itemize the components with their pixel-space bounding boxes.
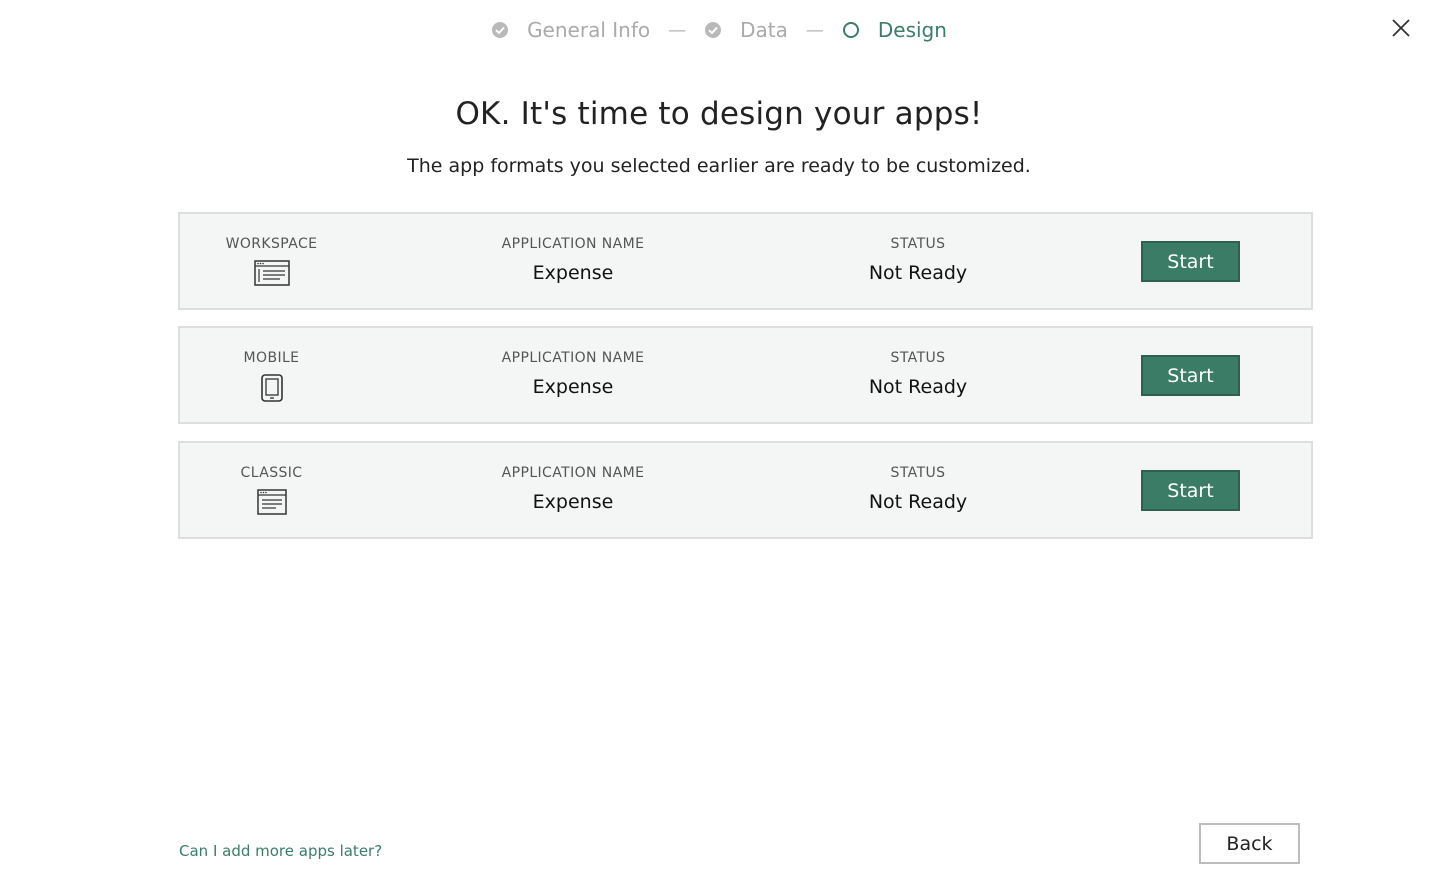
app-name-label: APPLICATION NAME xyxy=(501,465,645,481)
step-separator: — xyxy=(668,19,687,41)
step-separator: — xyxy=(805,19,824,41)
start-button-workspace[interactable]: Start xyxy=(1141,241,1240,282)
status-label: STATUS xyxy=(890,350,946,366)
status-label: STATUS xyxy=(890,465,946,481)
back-button[interactable]: Back xyxy=(1199,823,1300,864)
page-title: OK. It's time to design your apps! xyxy=(455,96,983,132)
app-name-value: Expense xyxy=(532,376,614,398)
app-name-column: APPLICATION NAME Expense xyxy=(480,465,666,513)
start-button-classic[interactable]: Start xyxy=(1141,470,1240,511)
app-name-value: Expense xyxy=(532,262,614,284)
app-card-workspace: WORKSPACE APPLICATION NAME Expense STATU… xyxy=(178,212,1313,310)
app-name-value: Expense xyxy=(532,491,614,513)
check-circle-icon xyxy=(491,21,509,39)
close-icon[interactable] xyxy=(1389,16,1413,40)
status-column: STATUS Not Ready xyxy=(830,350,1006,398)
status-label: STATUS xyxy=(890,236,946,252)
step-data: Data xyxy=(704,18,788,42)
status-column: STATUS Not Ready xyxy=(830,465,1006,513)
step-design: Design xyxy=(842,18,947,42)
status-value: Not Ready xyxy=(868,491,968,513)
step-general-info: General Info xyxy=(491,18,650,42)
step-label: Design xyxy=(877,18,947,42)
format-column: MOBILE xyxy=(180,350,363,402)
status-value: Not Ready xyxy=(868,376,968,398)
app-card-classic: CLASSIC APPLICATION NAME Expense STATUS … xyxy=(178,441,1313,539)
workspace-window-icon xyxy=(253,260,290,286)
classic-window-icon xyxy=(256,489,287,515)
help-link-add-more-apps[interactable]: Can I add more apps later? xyxy=(179,842,382,860)
format-label: WORKSPACE xyxy=(225,236,318,252)
mobile-phone-icon xyxy=(260,374,283,402)
app-name-column: APPLICATION NAME Expense xyxy=(480,350,666,398)
status-value: Not Ready xyxy=(868,262,968,284)
status-column: STATUS Not Ready xyxy=(830,236,1006,284)
format-column: WORKSPACE xyxy=(180,236,363,286)
step-label: Data xyxy=(740,18,788,42)
format-column: CLASSIC xyxy=(180,465,363,515)
wizard-stepper: General Info — Data — Design xyxy=(0,18,1438,42)
app-name-column: APPLICATION NAME Expense xyxy=(480,236,666,284)
format-label: MOBILE xyxy=(243,350,300,366)
step-label: General Info xyxy=(527,18,651,42)
format-label: CLASSIC xyxy=(240,465,303,481)
app-name-label: APPLICATION NAME xyxy=(501,236,645,252)
design-apps-dialog: General Info — Data — Design OK. It's ti… xyxy=(0,0,1438,884)
app-card-mobile: MOBILE APPLICATION NAME Expense STATUS N… xyxy=(178,326,1313,424)
page-subtitle: The app formats you selected earlier are… xyxy=(407,155,1031,177)
open-circle-icon xyxy=(842,21,860,39)
start-button-mobile[interactable]: Start xyxy=(1141,355,1240,396)
app-name-label: APPLICATION NAME xyxy=(501,350,645,366)
check-circle-icon xyxy=(704,21,722,39)
